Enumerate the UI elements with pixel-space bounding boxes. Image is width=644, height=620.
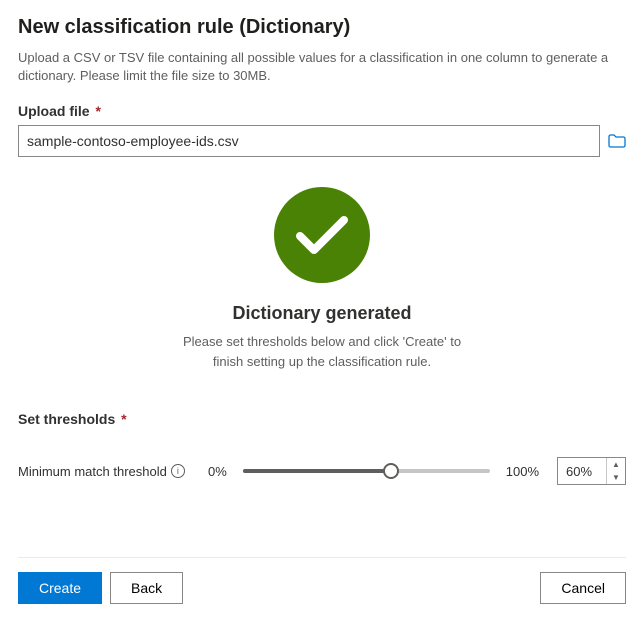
slider-max-label: 100% <box>506 464 539 479</box>
threshold-value: 60% <box>558 464 606 479</box>
threshold-slider[interactable] <box>243 461 490 481</box>
slider-thumb[interactable] <box>383 463 399 479</box>
back-button[interactable]: Back <box>110 572 183 604</box>
cancel-button[interactable]: Cancel <box>540 572 626 604</box>
info-icon[interactable]: i <box>171 464 185 478</box>
page-description: Upload a CSV or TSV file containing all … <box>18 49 626 85</box>
page-title: New classification rule (Dictionary) <box>18 16 626 39</box>
slider-min-label: 0% <box>208 464 227 479</box>
upload-file-input[interactable] <box>18 125 600 157</box>
min-match-threshold-label: Minimum match threshold <box>18 464 167 479</box>
success-subtitle: Please set thresholds below and click 'C… <box>182 332 462 371</box>
create-button[interactable]: Create <box>18 572 102 604</box>
spin-down-icon[interactable]: ▼ <box>607 471 625 484</box>
threshold-spinbox[interactable]: 60% ▲ ▼ <box>557 457 626 485</box>
required-marker: * <box>121 411 126 427</box>
success-title: Dictionary generated <box>18 303 626 324</box>
spin-up-icon[interactable]: ▲ <box>607 458 625 471</box>
upload-file-label: Upload file * <box>18 103 626 119</box>
success-check-icon <box>274 187 370 283</box>
browse-folder-icon[interactable] <box>608 134 626 148</box>
required-marker: * <box>95 103 100 119</box>
set-thresholds-label: Set thresholds * <box>18 411 626 427</box>
